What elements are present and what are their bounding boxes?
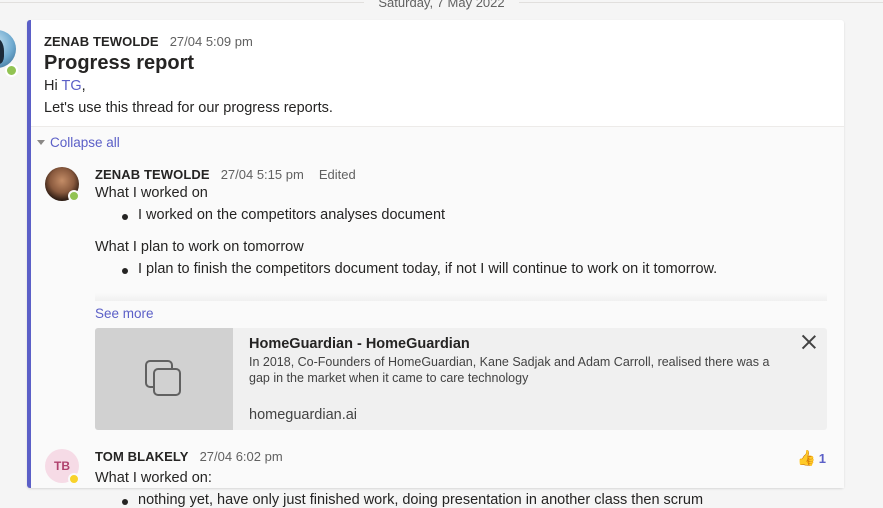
root-message-meta: ZENAB TEWOLDE 27/04 5:09 pm [44, 34, 253, 49]
reply-meta: TOM BLAKELY 27/04 6:02 pm [95, 449, 283, 464]
link-thumbnail [95, 328, 233, 430]
link-preview-card[interactable]: HomeGuardian - HomeGuardian In 2018, Co-… [95, 328, 827, 430]
link-preview-title[interactable]: HomeGuardian - HomeGuardian [249, 336, 470, 352]
mention-tg[interactable]: TG [61, 78, 81, 94]
reply-timestamp: 27/04 6:02 pm [199, 449, 283, 464]
collapse-all-label: Collapse all [50, 134, 120, 150]
collapse-all-button[interactable]: Collapse all [31, 126, 844, 157]
list-item: nothing yet, have only just finished wor… [121, 492, 704, 508]
like-reaction-button[interactable]: 👍 1 [797, 449, 826, 467]
list-item: I worked on the competitors analyses doc… [121, 207, 446, 223]
date-divider-label: Saturday, 7 May 2022 [378, 0, 505, 10]
reply-author-name: TOM BLAKELY [95, 449, 189, 464]
date-divider: Saturday, 7 May 2022 [0, 0, 883, 10]
greeting-comma: , [81, 78, 86, 94]
link-preview-description: In 2018, Co-Founders of HomeGuardian, Ka… [249, 355, 770, 385]
copy-link-icon-front [153, 368, 181, 396]
reply-author-avatar[interactable] [45, 167, 80, 202]
link-preview-domain: homeguardian.ai [249, 407, 358, 423]
replies-area: ZENAB TEWOLDE 27/04 5:15 pm Edited What … [31, 156, 844, 508]
greeting-line: Hi TG, [44, 78, 86, 94]
greeting-text: Hi [44, 78, 58, 94]
reply-author-name: ZENAB TEWOLDE [95, 167, 210, 182]
thumbs-up-icon: 👍 [797, 450, 816, 467]
reply-meta: ZENAB TEWOLDE 27/04 5:15 pm Edited [95, 167, 356, 182]
caret-down-icon [37, 139, 45, 145]
root-message[interactable]: ZENAB TEWOLDE 27/04 5:09 pm Progress rep… [44, 20, 834, 126]
root-author-avatar[interactable] [0, 30, 16, 68]
message-subject: Progress report [44, 52, 195, 74]
plan-heading: What I plan to work on tomorrow [95, 239, 304, 255]
list-item: I plan to finish the competitors documen… [121, 261, 718, 277]
edited-label: Edited [318, 167, 356, 182]
see-more-link[interactable]: See more [95, 306, 154, 321]
away-status-icon [68, 473, 80, 485]
reply-timestamp: 27/04 5:15 pm [220, 167, 304, 182]
reaction-count: 1 [818, 450, 826, 466]
root-author-name: ZENAB TEWOLDE [44, 34, 159, 49]
available-status-icon [68, 190, 80, 202]
available-status-icon [5, 64, 18, 77]
worked-on-heading: What I worked on: [95, 470, 212, 486]
close-icon[interactable] [801, 334, 817, 350]
divider-line-right [518, 1, 883, 3]
worked-on-heading: What I worked on [95, 185, 208, 201]
root-timestamp: 27/04 5:09 pm [169, 34, 253, 49]
thread-card: ZENAB TEWOLDE 27/04 5:09 pm Progress rep… [27, 20, 844, 508]
truncation-fade [95, 293, 827, 301]
root-message-body: Let's use this thread for our progress r… [44, 100, 333, 116]
divider-line-left [0, 1, 365, 3]
